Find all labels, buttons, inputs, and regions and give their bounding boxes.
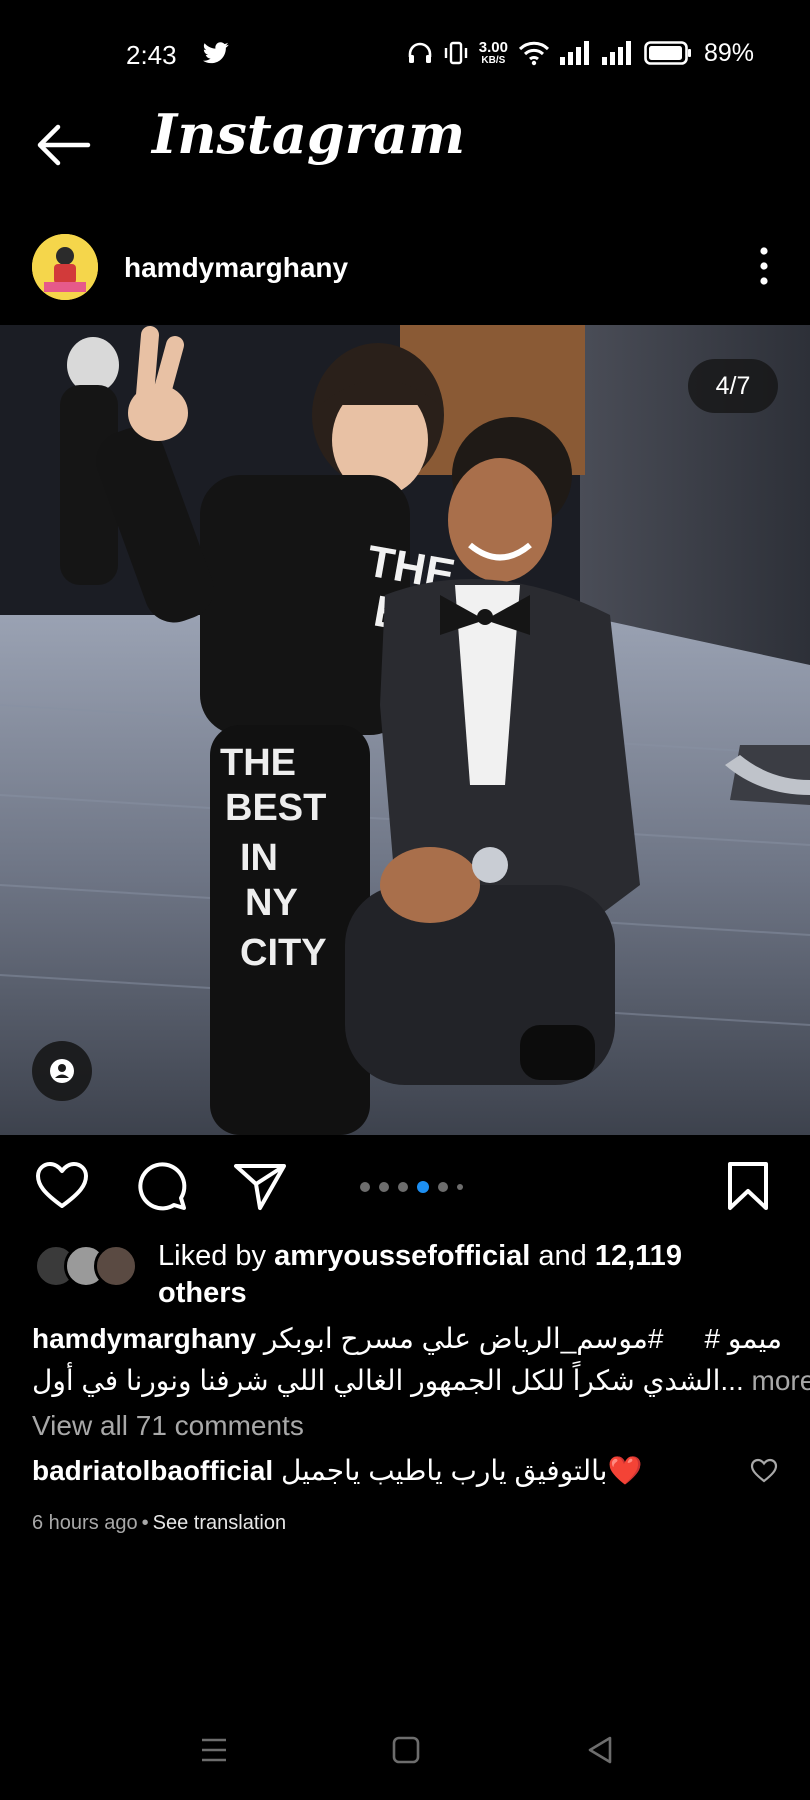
back-nav-icon[interactable] xyxy=(580,1732,620,1768)
status-time: 2:43 xyxy=(126,40,177,70)
post-username[interactable]: hamdymarghany xyxy=(124,252,348,284)
carousel-dot xyxy=(457,1184,463,1190)
battery-icon xyxy=(644,41,691,65)
more-options-icon[interactable] xyxy=(754,244,774,288)
headphones-icon xyxy=(408,42,432,63)
menu-nav-icon[interactable] xyxy=(194,1732,234,1768)
signal-icon-2 xyxy=(601,41,631,65)
liked-by-user[interactable]: amryoussefofficial xyxy=(274,1240,530,1272)
caption-username[interactable]: hamdymarghany xyxy=(32,1323,256,1354)
back-arrow-icon[interactable] xyxy=(32,120,92,170)
status-icons: 3.00 KB/S 89% xyxy=(407,36,754,70)
post-time: 6 hours ago xyxy=(32,1512,138,1534)
likes-count[interactable]: 12,119 xyxy=(595,1240,682,1272)
likes-section: Liked by amryoussefofficial and 12,119 ot… xyxy=(0,1238,810,1318)
network-speed: 3.00 KB/S xyxy=(478,39,508,66)
caption-text-1-end: ميمو # xyxy=(704,1323,782,1354)
carousel-dot-active xyxy=(417,1181,429,1193)
home-nav-icon[interactable] xyxy=(386,1732,426,1768)
system-navigation-bar xyxy=(0,1720,810,1780)
post-actions xyxy=(0,1150,810,1220)
save-bookmark-icon[interactable] xyxy=(720,1158,776,1214)
comment-username[interactable]: badriatolbaofficial xyxy=(32,1455,273,1486)
app-title: Instagram xyxy=(152,102,466,166)
photo-image: THE BE THE BEST IN NY CITY xyxy=(0,325,810,1135)
avatar-image xyxy=(32,234,98,300)
svg-text:BEST: BEST xyxy=(225,787,326,829)
likes-text[interactable]: Liked by amryoussefofficial and 12,119 ot… xyxy=(158,1238,758,1312)
app-header: Instagram xyxy=(0,90,810,200)
comment-icon[interactable] xyxy=(134,1158,190,1214)
red-heart-emoji: ❤️ xyxy=(607,1455,643,1486)
post-header: hamdymarghany xyxy=(0,230,810,310)
share-send-icon[interactable] xyxy=(232,1158,288,1214)
avatar xyxy=(94,1244,138,1288)
post-caption[interactable]: hamdymarghany #موسم_الرياض علي مسرح ابوب… xyxy=(32,1318,810,1402)
caption-more-link[interactable]: more xyxy=(752,1365,810,1396)
liker-avatars[interactable] xyxy=(34,1244,144,1290)
svg-text:IN: IN xyxy=(240,837,278,879)
twitter-icon xyxy=(203,42,229,64)
like-heart-icon[interactable] xyxy=(34,1158,90,1214)
carousel-dot xyxy=(438,1182,448,1192)
wifi-icon xyxy=(518,41,550,66)
svg-text:NY: NY xyxy=(245,882,298,924)
signal-icon-1 xyxy=(559,41,589,65)
comment-like-icon[interactable] xyxy=(750,1458,778,1484)
vibrate-icon xyxy=(444,41,467,65)
comment-text: بالتوفيق يارب ياطيب ياجميل xyxy=(280,1455,608,1486)
slide-counter-badge: 4/7 xyxy=(688,359,778,413)
battery-percent: 89% xyxy=(703,38,754,67)
carousel-dot xyxy=(398,1182,408,1192)
view-all-comments-link[interactable]: View all 71 comments xyxy=(32,1410,304,1442)
person-icon xyxy=(50,1059,74,1083)
tagged-people-button[interactable] xyxy=(32,1041,92,1101)
see-translation-link[interactable]: See translation xyxy=(153,1512,286,1534)
caption-text-1: #موسم_الرياض علي مسرح ابوبكر xyxy=(263,1323,664,1354)
avatar[interactable] xyxy=(32,234,98,300)
svg-text:THE: THE xyxy=(220,742,296,784)
likes-others[interactable]: others xyxy=(158,1277,247,1309)
caption-text-2: ...الشدي شكراً للكل الجمهور الغالي اللي … xyxy=(32,1365,744,1396)
post-meta: 6 hours ago • See translation xyxy=(32,1512,287,1534)
carousel-dot xyxy=(379,1182,389,1192)
carousel-dot xyxy=(360,1182,370,1192)
svg-text:CITY: CITY xyxy=(240,932,327,974)
comment-item: badriatolbaofficial بالتوفيق يارب ياطيب … xyxy=(32,1454,782,1498)
post-photo[interactable]: THE BE THE BEST IN NY CITY 4/7 xyxy=(0,325,810,1135)
carousel-dots xyxy=(360,1181,463,1193)
